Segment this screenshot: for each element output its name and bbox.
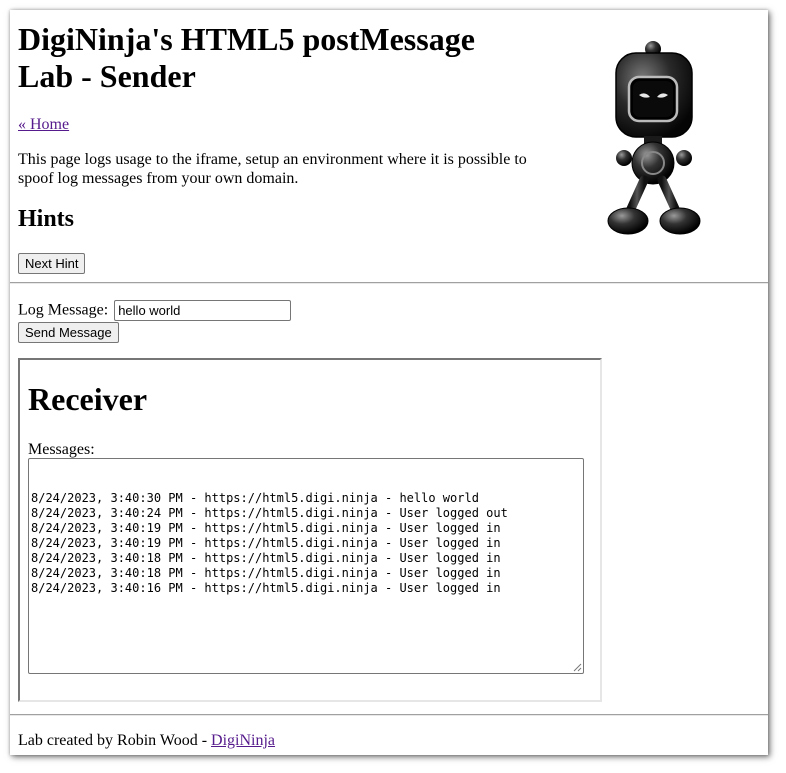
home-link[interactable]: « Home xyxy=(18,116,69,134)
message-line: 8/24/2023, 3:40:16 PM - https://html5.di… xyxy=(31,581,501,595)
message-line: 8/24/2023, 3:40:24 PM - https://html5.di… xyxy=(31,506,508,520)
intro-text: This page logs usage to the iframe, setu… xyxy=(18,151,527,187)
log-message-label: Log Message: xyxy=(18,301,109,319)
messages-textarea[interactable]: 8/24/2023, 3:40:30 PM - https://html5.di… xyxy=(28,458,584,674)
receiver-title: Receiver xyxy=(28,381,148,417)
footer-text: Lab created by Robin Wood - xyxy=(18,732,212,749)
resize-grip-icon[interactable] xyxy=(573,663,582,672)
footer: Lab created by Robin Wood - DigiNinja xyxy=(18,732,275,750)
send-message-button[interactable]: Send Message xyxy=(18,322,119,343)
divider xyxy=(10,282,768,284)
footer-divider xyxy=(10,714,768,716)
log-message-row: Log Message: xyxy=(18,300,292,321)
message-list: 8/24/2023, 3:40:30 PM - https://html5.di… xyxy=(31,491,581,596)
hints-heading: Hints xyxy=(18,206,75,232)
message-line: 8/24/2023, 3:40:19 PM - https://html5.di… xyxy=(31,536,501,550)
diginja-link[interactable]: DigiNinja xyxy=(211,732,275,749)
browser-page: DigiNinja's HTML5 postMessage Lab - Send… xyxy=(10,10,768,755)
next-hint-button[interactable]: Next Hint xyxy=(18,253,86,274)
log-message-input[interactable] xyxy=(114,300,292,321)
message-line: 8/24/2023, 3:40:18 PM - https://html5.di… xyxy=(31,566,501,580)
message-line: 8/24/2023, 3:40:19 PM - https://html5.di… xyxy=(31,521,501,535)
messages-label: Messages: xyxy=(28,441,95,458)
receiver-iframe: Receiver Messages: 8/24/2023, 3:40:30 PM… xyxy=(18,358,602,702)
ninja-robot-mascot-icon xyxy=(603,37,705,238)
message-line: 8/24/2023, 3:40:30 PM - https://html5.di… xyxy=(31,491,479,505)
page-title: DigiNinja's HTML5 postMessage Lab - Send… xyxy=(18,21,475,94)
message-line: 8/24/2023, 3:40:18 PM - https://html5.di… xyxy=(31,551,501,565)
